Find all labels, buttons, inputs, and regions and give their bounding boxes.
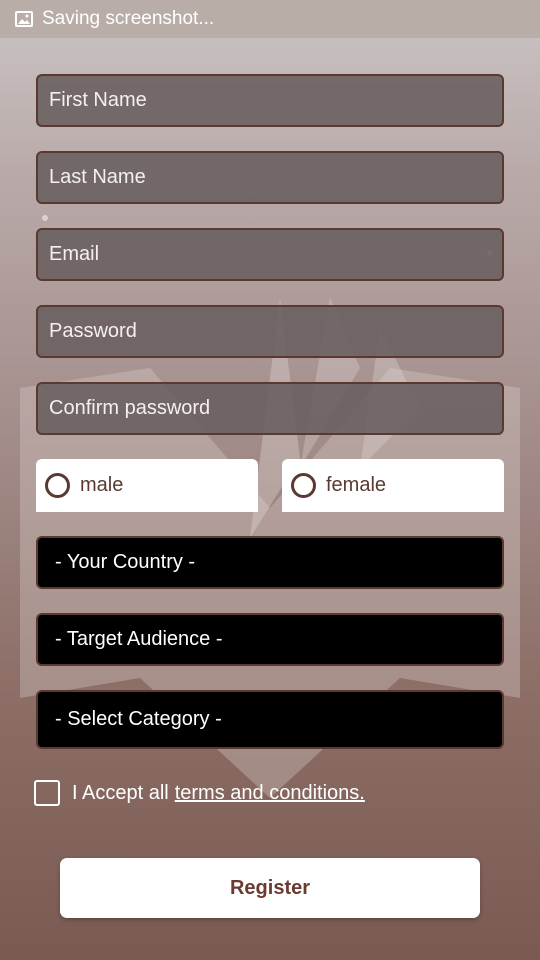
last-name-input[interactable]: Last Name	[36, 151, 504, 204]
gender-male-option[interactable]: male	[36, 459, 258, 512]
email-placeholder: Email	[49, 243, 100, 265]
first-name-placeholder: First Name	[49, 89, 147, 111]
confirm-password-input[interactable]: Confirm password	[36, 382, 504, 435]
male-label: male	[80, 474, 124, 496]
status-bar: Saving screenshot...	[0, 0, 540, 38]
last-name-placeholder: Last Name	[49, 166, 146, 188]
gender-female-option[interactable]: female	[282, 459, 504, 512]
image-icon	[15, 11, 33, 27]
terms-checkbox[interactable]	[34, 780, 60, 806]
password-input[interactable]: Password	[36, 305, 504, 358]
category-select-value: - Select Category -	[55, 708, 222, 730]
category-select[interactable]: - Select Category -	[36, 690, 504, 749]
register-label: Register	[229, 876, 311, 899]
terms-row: I Accept all terms and conditions.	[34, 779, 365, 807]
country-select-value: - Your Country -	[55, 551, 196, 573]
target-audience-select[interactable]: - Target Audience -	[36, 613, 504, 666]
female-label: female	[326, 474, 387, 496]
female-radio-button[interactable]	[291, 473, 316, 498]
first-name-input[interactable]: First Name	[36, 74, 504, 127]
register-button[interactable]: Register	[60, 858, 480, 918]
male-radio-button[interactable]	[45, 473, 70, 498]
confirm-password-placeholder: Confirm password	[49, 397, 211, 419]
status-text: Saving screenshot...	[42, 8, 215, 29]
target-audience-select-value: - Target Audience -	[55, 628, 223, 650]
terms-link[interactable]: terms and conditions.	[175, 782, 365, 805]
terms-prefix: I Accept all	[72, 781, 169, 804]
country-select[interactable]: - Your Country -	[36, 536, 504, 589]
email-input[interactable]: Email	[36, 228, 504, 281]
password-placeholder: Password	[49, 320, 137, 342]
